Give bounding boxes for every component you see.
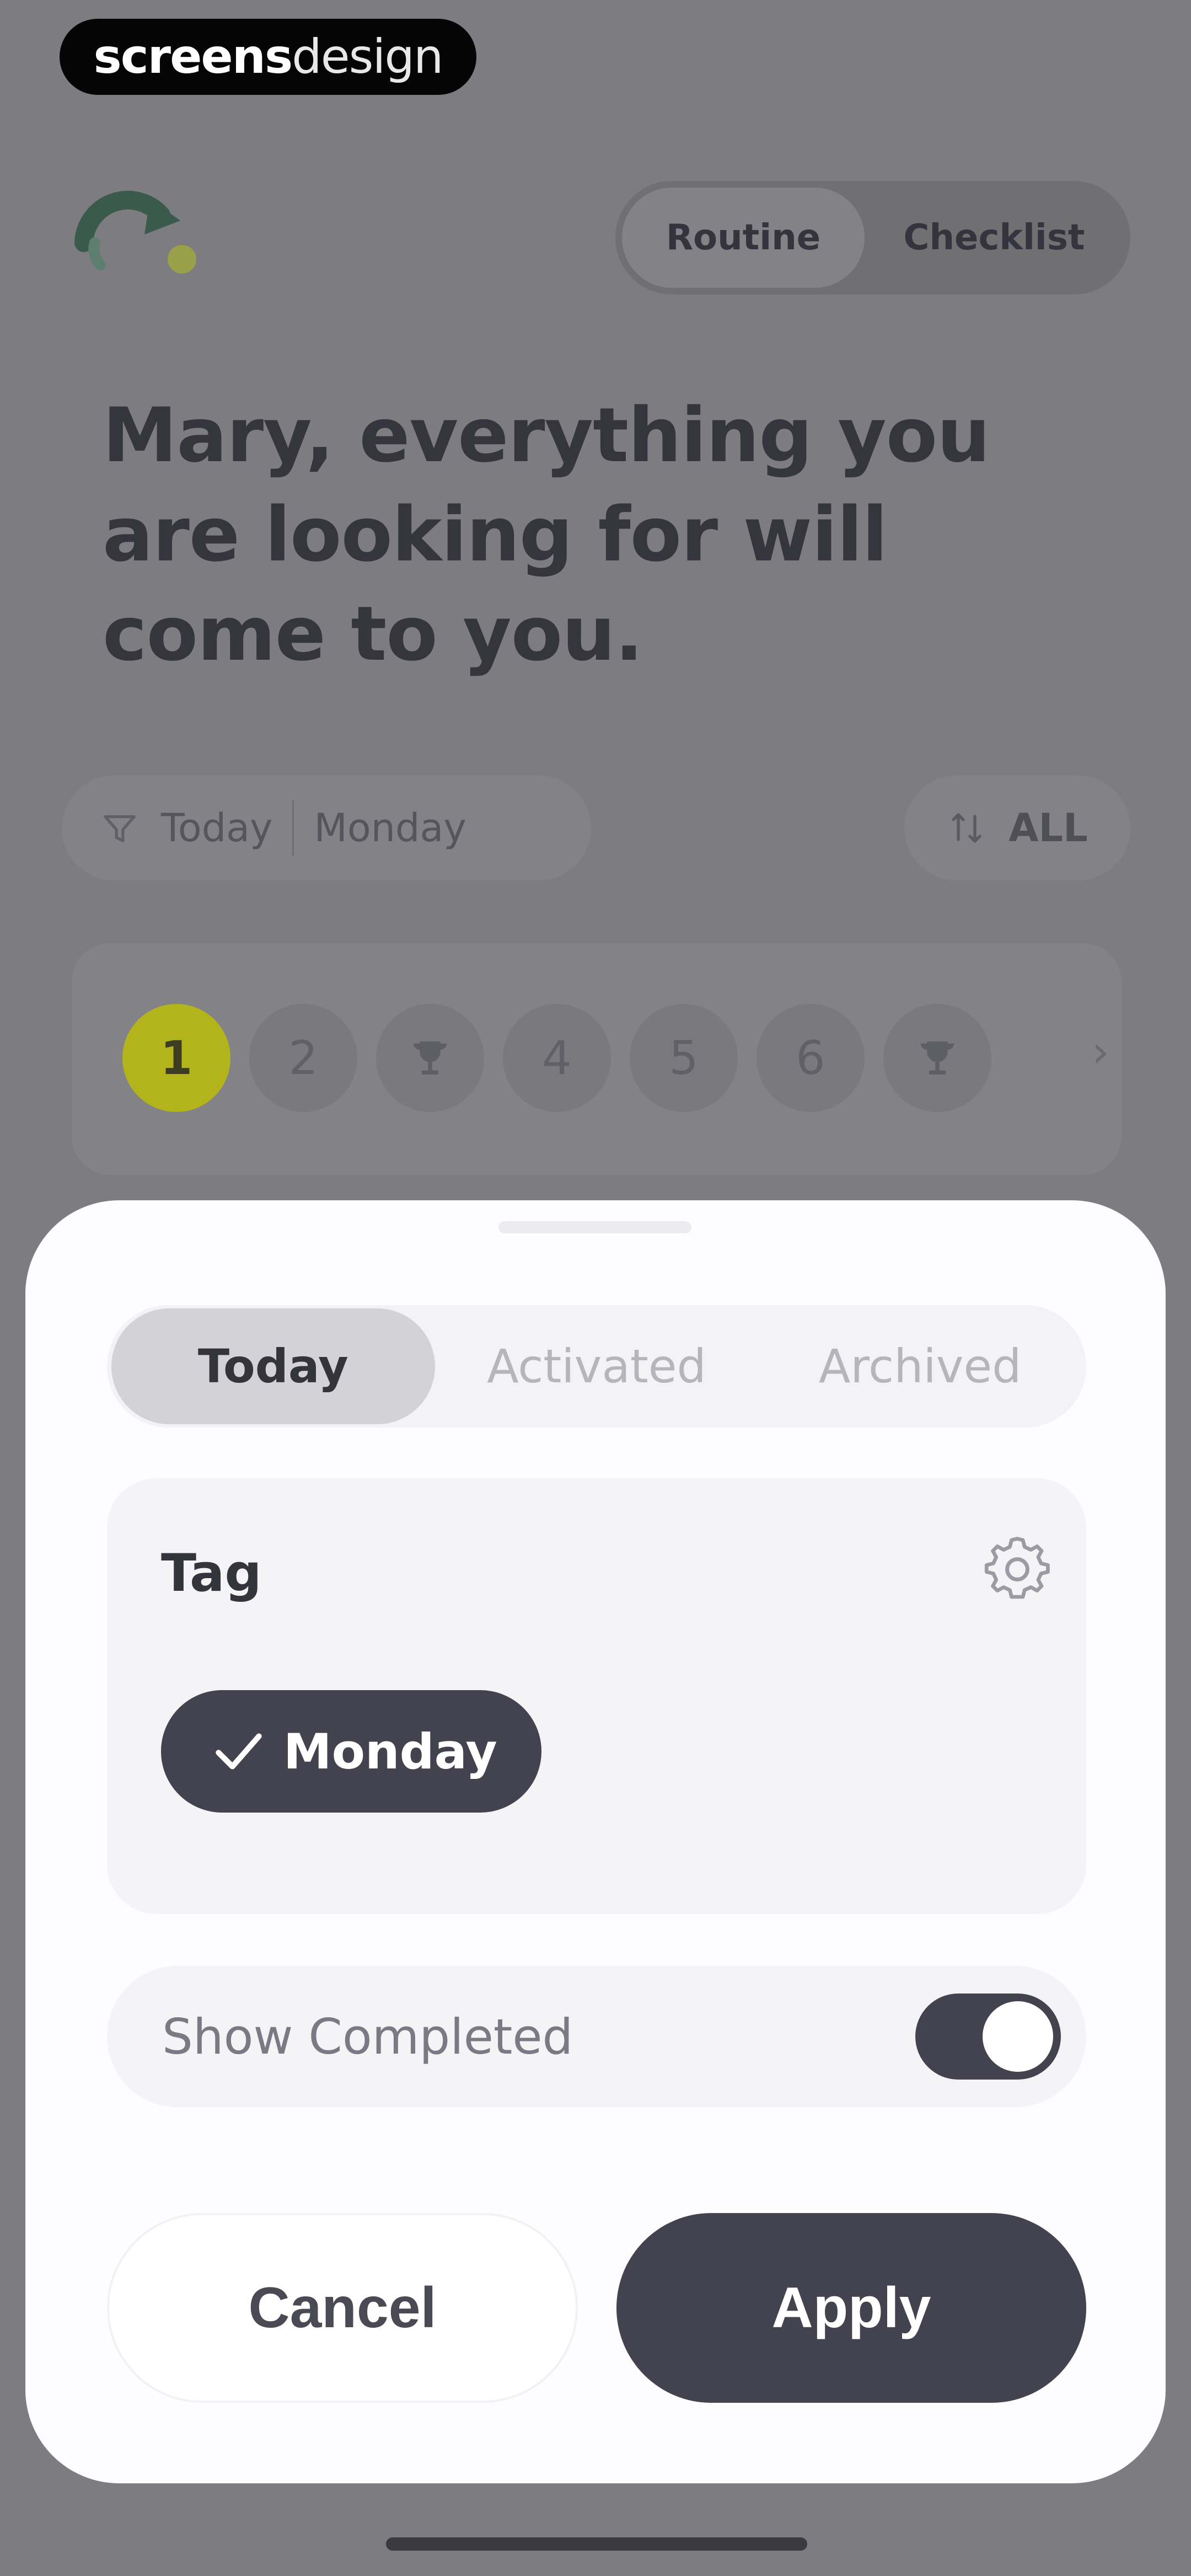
- filter-tag-label: Monday: [314, 805, 466, 851]
- tag-chip-selected[interactable]: Monday: [161, 1690, 541, 1813]
- watermark-bold: screens: [93, 29, 293, 84]
- trophy-icon: [414, 1041, 447, 1075]
- trophy-icon: [921, 1041, 954, 1075]
- status-segmented-control: Today Activated Archived: [107, 1305, 1086, 1428]
- day-5[interactable]: 5: [630, 1004, 738, 1112]
- app-logo-icon: [74, 190, 196, 274]
- sort-icon: [952, 813, 981, 843]
- sort-pill[interactable]: ALL: [904, 776, 1130, 880]
- days-progress-card: 1 2 4 5 6 ›: [72, 943, 1122, 1175]
- trophy-day-2[interactable]: [883, 1004, 991, 1112]
- filter-pill[interactable]: Today Monday: [62, 776, 591, 880]
- trophy-day[interactable]: [376, 1004, 484, 1112]
- filter-period-label: Today: [161, 805, 273, 851]
- home-indicator: [386, 2537, 807, 2551]
- sort-label: ALL: [1008, 805, 1088, 851]
- checkmark-icon: [216, 1733, 262, 1770]
- show-completed-label: Show Completed: [162, 2008, 573, 2065]
- tab-today[interactable]: Today: [111, 1308, 435, 1424]
- mode-checklist-button[interactable]: Checklist: [865, 188, 1124, 288]
- cancel-button[interactable]: Cancel: [107, 2213, 578, 2403]
- motivational-quote: Mary, everything you are looking for wil…: [103, 392, 990, 678]
- tag-section-title: Tag: [161, 1543, 262, 1604]
- show-completed-row: Show Completed: [107, 1966, 1086, 2107]
- toggle-knob: [983, 2001, 1053, 2072]
- filter-icon: [104, 815, 136, 842]
- tab-activated[interactable]: Activated: [435, 1308, 759, 1424]
- mode-toggle: Routine Checklist: [615, 181, 1130, 295]
- gear-icon[interactable]: [981, 1533, 1053, 1605]
- apply-button[interactable]: Apply: [616, 2213, 1086, 2403]
- watermark-badge: screens design: [60, 19, 476, 95]
- day-4[interactable]: 4: [503, 1004, 611, 1112]
- day-1-current[interactable]: 1: [122, 1004, 230, 1112]
- sheet-grabber[interactable]: [498, 1221, 691, 1233]
- tab-archived[interactable]: Archived: [758, 1308, 1082, 1424]
- day-6[interactable]: 6: [757, 1004, 865, 1112]
- watermark-light: design: [292, 29, 443, 84]
- mode-routine-button[interactable]: Routine: [622, 188, 865, 288]
- filter-bottom-sheet: Today Activated Archived Tag Monday Show…: [25, 1200, 1166, 2483]
- tag-chip-label: Monday: [283, 1723, 497, 1780]
- chevron-right-icon[interactable]: ›: [1092, 1026, 1109, 1077]
- tag-section: Tag Monday: [107, 1478, 1086, 1914]
- filter-divider: [292, 800, 294, 856]
- show-completed-toggle[interactable]: [915, 1994, 1061, 2080]
- day-2[interactable]: 2: [249, 1004, 357, 1112]
